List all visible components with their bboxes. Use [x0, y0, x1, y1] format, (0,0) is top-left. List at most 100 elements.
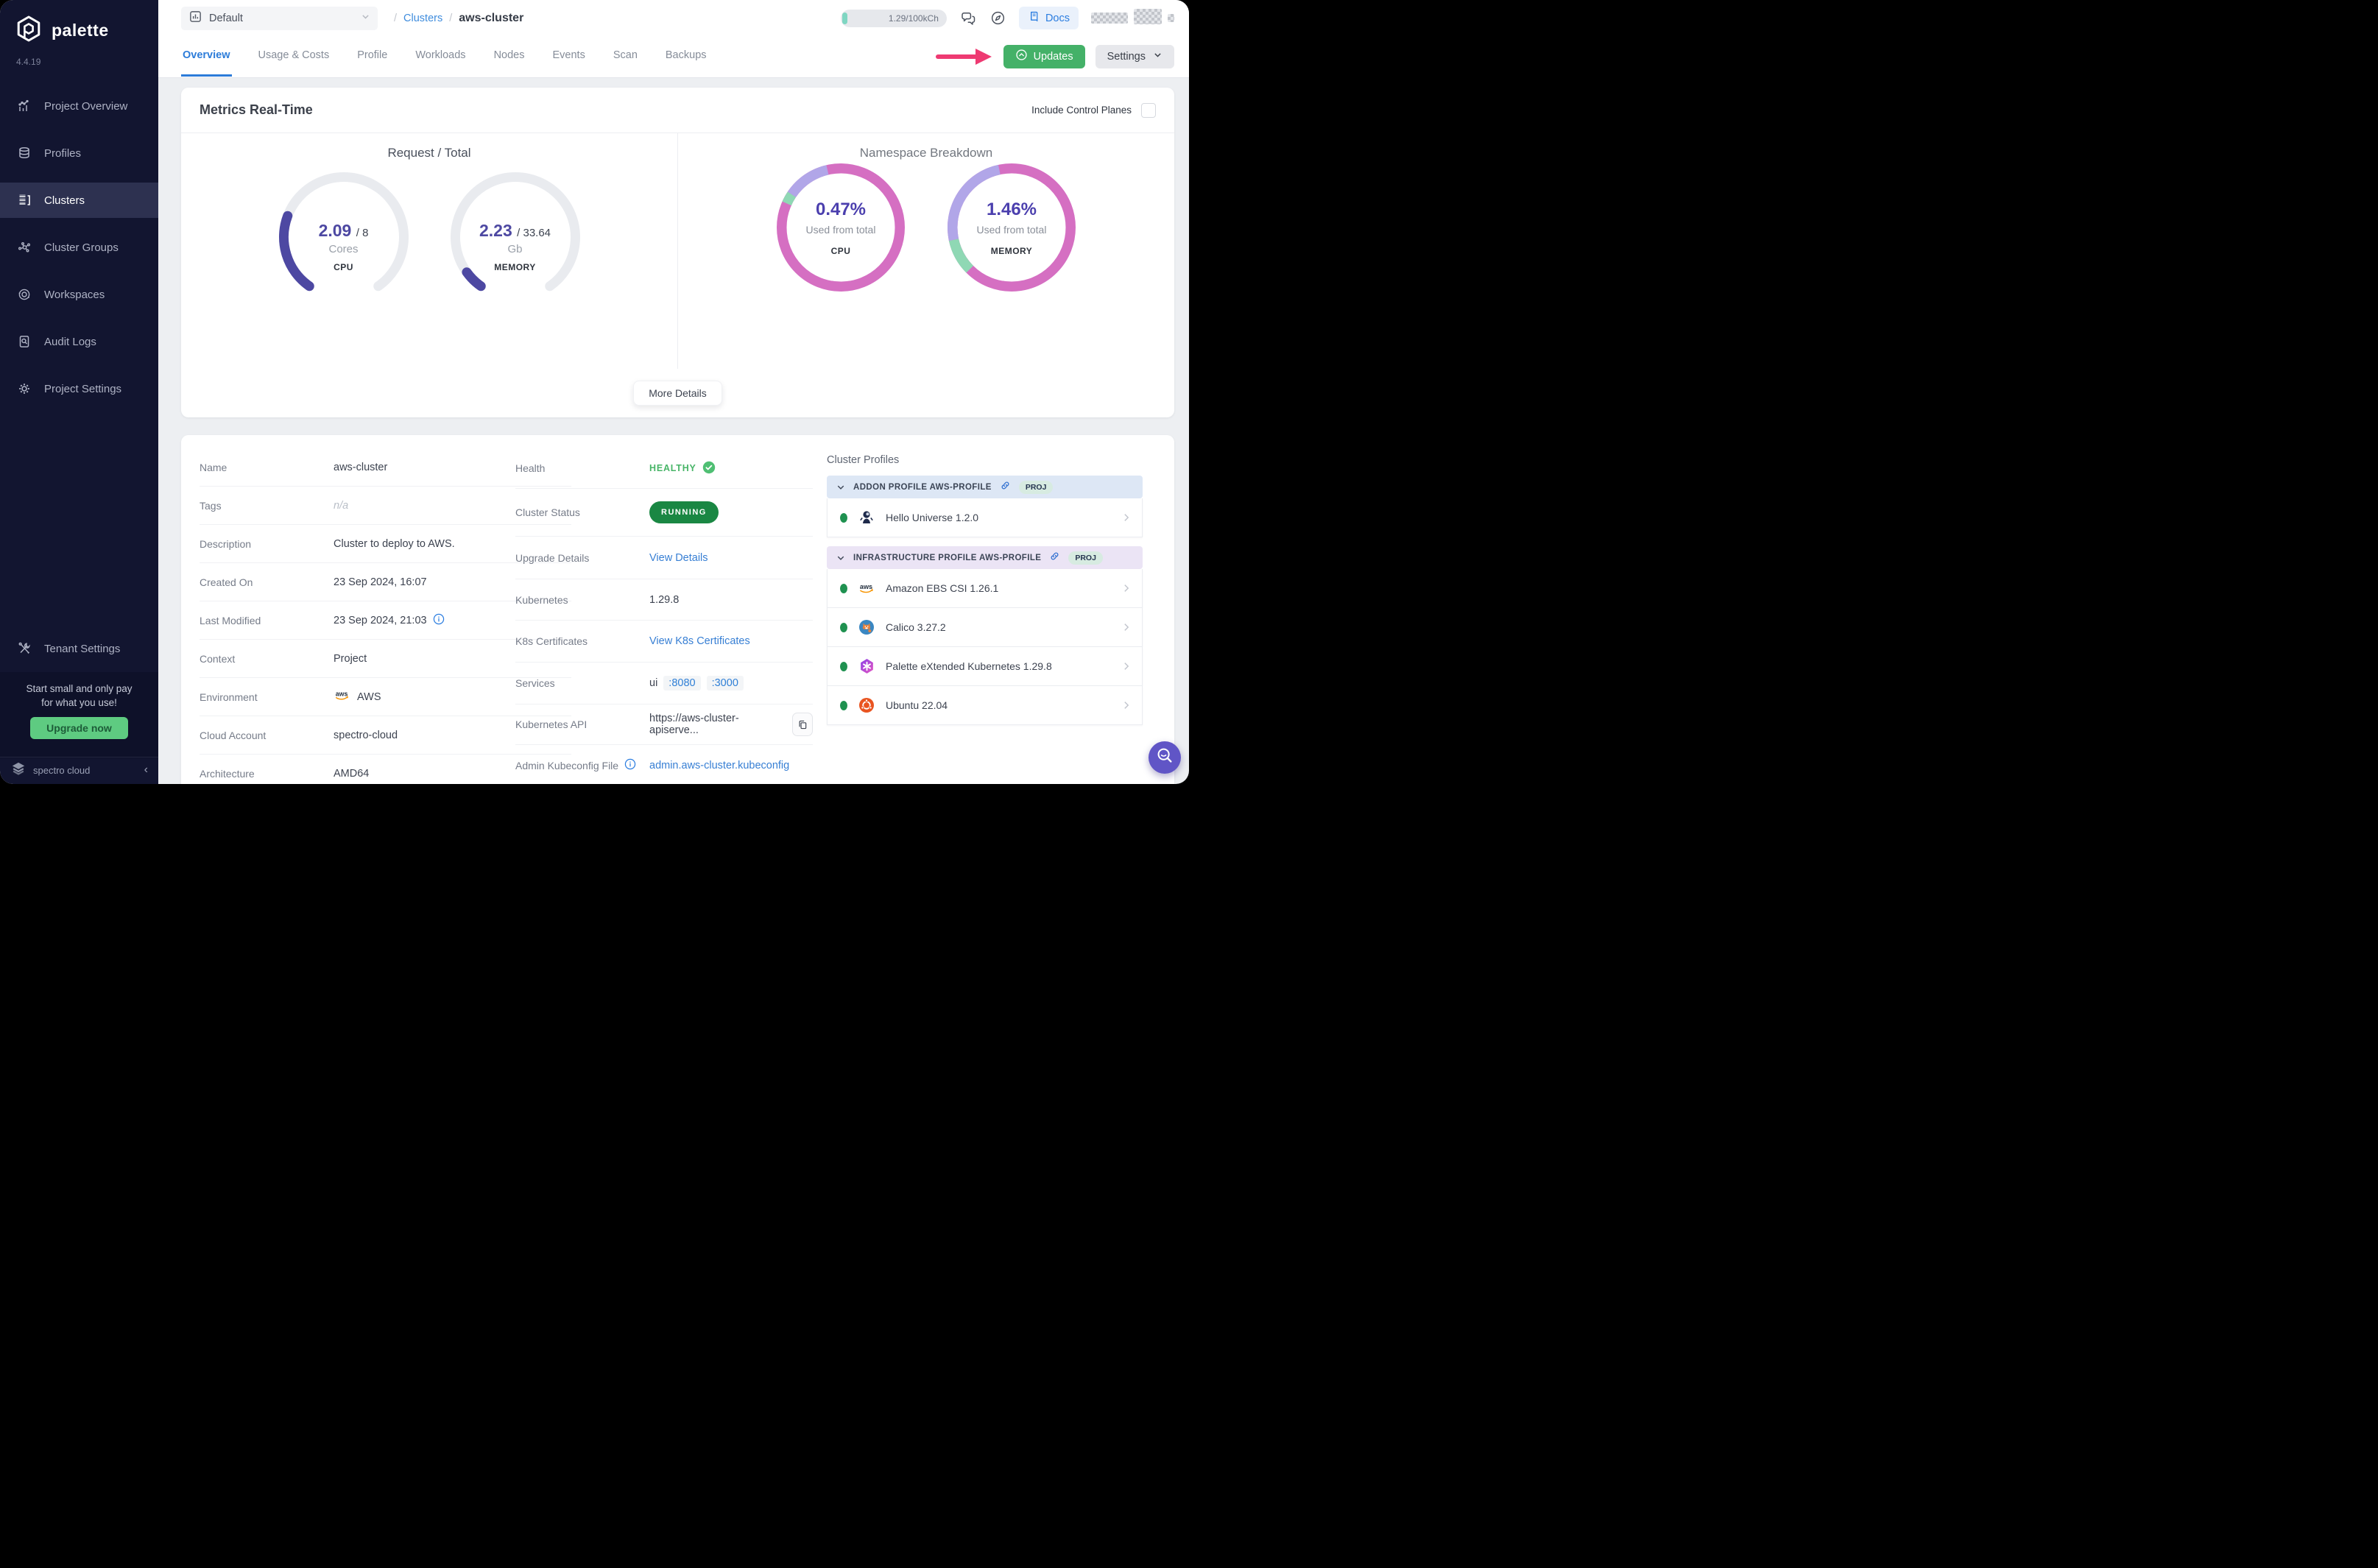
status-dot	[840, 622, 847, 632]
sidebar-item-clusters[interactable]: Clusters	[0, 183, 158, 218]
topbar-row-2: Overview Usage & Costs Profile Workloads…	[158, 36, 1189, 77]
tab-overview[interactable]: Overview	[181, 36, 232, 77]
detail-row-admin-kubeconfig: Admin Kubeconfig File admin.aws-cluster.…	[515, 745, 813, 784]
sidebar-item-cluster-groups[interactable]: Cluster Groups	[0, 230, 158, 265]
sidebar-item-workspaces[interactable]: Workspaces	[0, 277, 158, 312]
detail-row-cluster-status: Cluster Status RUNNING	[515, 489, 813, 537]
magnifier-smile-icon	[1155, 746, 1174, 769]
status-dot	[840, 661, 847, 671]
health-status: HEALTHY	[649, 463, 696, 473]
cpu-namespace-ring: 0.47% Used from total CPU	[777, 163, 905, 292]
service-port-link[interactable]: :8080	[663, 676, 701, 691]
ring-row: 0.47% Used from total CPU 1.46% Used fro…	[678, 163, 1174, 292]
status-dot	[840, 700, 847, 710]
sidebar-item-label: Tenant Settings	[44, 642, 121, 655]
svg-text:aws: aws	[859, 582, 872, 590]
tab-profile[interactable]: Profile	[356, 36, 389, 77]
metrics-body: Request / Total 2.09 / 8 Cores CPU 2.23 …	[181, 133, 1174, 369]
info-icon[interactable]	[433, 613, 445, 628]
promo-text: Start small and only pay for what you us…	[26, 683, 133, 708]
detail-label: Tags	[200, 499, 222, 512]
breadcrumb-clusters-link[interactable]: Clusters	[403, 13, 442, 24]
settings-button[interactable]: Settings	[1095, 44, 1174, 68]
view-k8s-certificates-link[interactable]: View K8s Certificates	[649, 635, 750, 647]
detail-label: Description	[200, 537, 252, 550]
updates-label: Updates	[1033, 50, 1073, 63]
tab-backups[interactable]: Backups	[664, 36, 708, 77]
detail-value: spectro-cloud	[334, 729, 398, 741]
project-chart-icon	[188, 10, 202, 27]
detail-value: AWS	[357, 691, 381, 703]
detail-value: 23 Sep 2024, 16:07	[334, 576, 427, 588]
info-icon[interactable]	[624, 758, 636, 772]
tab-workloads[interactable]: Workloads	[414, 36, 467, 77]
detail-label: Cluster Status	[515, 506, 580, 518]
upgrade-now-button[interactable]: Upgrade now	[30, 717, 128, 739]
kubernetes-version: 1.29.8	[649, 593, 680, 606]
detail-row-k8s-certificates: K8s Certificates View K8s Certificates	[515, 621, 813, 663]
profile-row-ubuntu[interactable]: Ubuntu 22.04	[827, 686, 1143, 725]
tab-scan[interactable]: Scan	[612, 36, 639, 77]
profile-pack-name: Amazon EBS CSI 1.26.1	[886, 582, 999, 594]
sidebar-item-label: Clusters	[44, 194, 85, 207]
chat-icon[interactable]	[959, 10, 977, 27]
cluster-profiles-panel: Cluster Profiles ADDON PROFILE AWS-PROFI…	[827, 454, 1143, 725]
ubuntu-icon	[857, 697, 876, 713]
infrastructure-profile-header[interactable]: INFRASTRUCTURE PROFILE AWS-PROFILE PROJ	[827, 546, 1143, 569]
palette-logo-icon	[15, 15, 43, 46]
namespace-breakdown-pane: Namespace Breakdown 0.47% Used from tota…	[678, 133, 1174, 369]
sidebar-item-audit-logs[interactable]: Audit Logs	[0, 324, 158, 359]
detail-value: AMD64	[334, 767, 370, 780]
topbar-right: 1.29/100kCh Docs	[840, 7, 1174, 29]
audit-icon	[16, 334, 32, 349]
sidebar-item-project-settings[interactable]: Project Settings	[0, 371, 158, 406]
cpu-gauge-label: CPU	[334, 262, 353, 272]
detail-value: 23 Sep 2024, 21:03	[334, 614, 427, 626]
sidebar-item-label: Cluster Groups	[44, 241, 119, 254]
cpu-unit: Cores	[328, 243, 359, 255]
more-details-button[interactable]: More Details	[633, 381, 722, 406]
detail-label: Kubernetes	[515, 593, 568, 606]
sidebar-item-project-overview[interactable]: Project Overview	[0, 88, 158, 124]
link-icon[interactable]	[1000, 480, 1011, 495]
tab-events[interactable]: Events	[551, 36, 586, 77]
profile-row-amazon-ebs-csi[interactable]: aws Amazon EBS CSI 1.26.1	[827, 569, 1143, 608]
profile-row-palette-extended-kubernetes[interactable]: Palette eXtended Kubernetes 1.29.8	[827, 647, 1143, 686]
topbar-row-1: Default / Clusters / aws-cluster 1.29/10…	[158, 0, 1189, 36]
link-icon[interactable]	[1049, 551, 1060, 565]
updates-button[interactable]: Updates	[1003, 44, 1085, 68]
copy-button[interactable]	[791, 713, 813, 736]
include-control-planes-checkbox[interactable]	[1141, 102, 1156, 118]
view-details-link[interactable]: View Details	[649, 552, 708, 564]
profile-row-hello-universe[interactable]: Hello Universe 1.2.0	[827, 498, 1143, 537]
detail-label: Upgrade Details	[515, 551, 590, 564]
cpu-gauge: 2.09 / 8 Cores CPU	[278, 172, 409, 302]
compass-icon[interactable]	[989, 10, 1006, 27]
chevron-down-icon	[836, 554, 845, 562]
cpu-ring-caption: Used from total	[805, 224, 876, 236]
sidebar-item-profiles[interactable]: Profiles	[0, 135, 158, 171]
memory-ring-caption: Used from total	[976, 224, 1047, 236]
sidebar-item-tenant-settings[interactable]: Tenant Settings	[0, 631, 158, 666]
profile-row-calico[interactable]: Calico 3.27.2	[827, 608, 1143, 647]
usage-credit-pill: 1.29/100kCh	[840, 9, 947, 27]
svg-text:aws: aws	[336, 690, 348, 697]
cpu-gauge-text: 2.09 / 8 Cores CPU	[279, 221, 409, 272]
cpu-ring-label: CPU	[830, 246, 851, 256]
breadcrumb-separator: /	[449, 12, 453, 24]
profile-pack-name: Ubuntu 22.04	[886, 699, 948, 711]
help-search-fab[interactable]	[1149, 741, 1181, 774]
addon-profile-header[interactable]: ADDON PROFILE AWS-PROFILE PROJ	[827, 476, 1143, 498]
project-selector[interactable]: Default	[181, 6, 378, 30]
breadcrumb-separator: /	[394, 12, 398, 24]
service-port-link[interactable]: :3000	[706, 676, 744, 691]
sidebar-collapse-button[interactable]: ‹	[144, 763, 148, 777]
tab-usage-costs[interactable]: Usage & Costs	[257, 36, 331, 77]
chevron-down-icon	[361, 12, 370, 25]
tab-nodes[interactable]: Nodes	[493, 36, 526, 77]
memory-unit: Gb	[507, 243, 523, 255]
sidebar-item-label: Profiles	[44, 146, 82, 160]
chevron-right-icon	[1121, 583, 1132, 593]
kubeconfig-download-link[interactable]: admin.aws-cluster.kubeconfig	[649, 760, 789, 771]
docs-button[interactable]: Docs	[1018, 7, 1079, 29]
